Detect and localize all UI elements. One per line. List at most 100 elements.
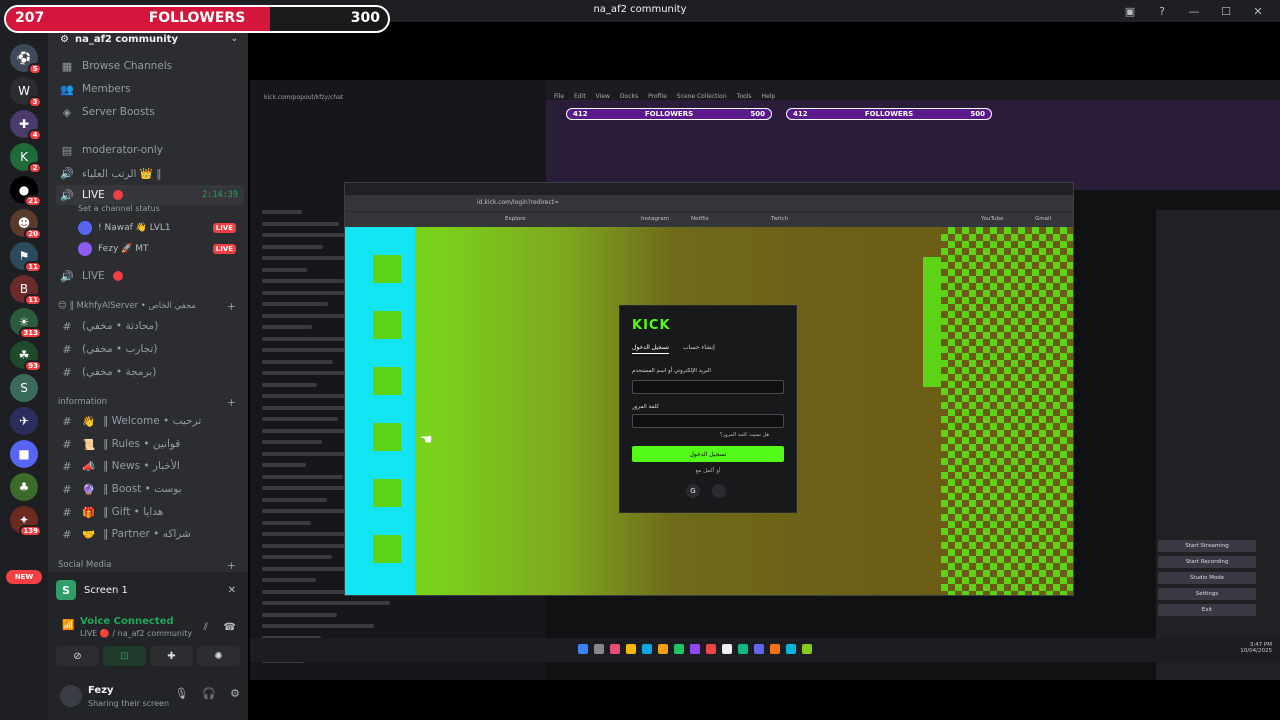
apple-icon[interactable] <box>712 484 726 498</box>
server-icon[interactable]: ■ <box>10 440 38 468</box>
voice-connected-title[interactable]: Voice Connected <box>80 616 174 627</box>
server-icon[interactable]: K2 <box>10 143 42 174</box>
new-unreads-pill[interactable]: NEW <box>6 570 42 584</box>
screen-share-card[interactable]: S Screen 1 ✕ <box>56 576 240 604</box>
inbox-icon[interactable]: ▣ <box>1116 3 1144 19</box>
taskbar-app-icon[interactable] <box>658 644 668 654</box>
server-icon[interactable]: W3 <box>10 77 42 108</box>
server-icon[interactable]: ♣ <box>10 473 38 501</box>
microphone-icon[interactable]: 🎙 <box>174 687 188 700</box>
voice-user[interactable]: ! Nawaf 👋 LVL1 LIVE <box>78 219 240 237</box>
obs-menu-item[interactable]: Tools <box>737 93 752 100</box>
channel-item[interactable]: # 📜 ‖ Rules • قوانين <box>56 434 244 454</box>
maximize-button[interactable]: ☐ <box>1212 3 1240 19</box>
taskbar-app-icon[interactable] <box>642 644 652 654</box>
obs-menu-item[interactable]: Docks <box>620 93 638 100</box>
add-channel-icon[interactable]: + <box>227 300 236 313</box>
server-icon[interactable]: ☀ 313 <box>10 308 42 339</box>
avatar[interactable] <box>60 685 82 707</box>
obs-menu-item[interactable]: Help <box>761 93 775 100</box>
login-submit-button[interactable]: تسجيل الدخول <box>632 446 784 462</box>
taskbar-app-icon[interactable] <box>610 644 620 654</box>
taskbar-app-icon[interactable] <box>754 644 764 654</box>
settings-button[interactable]: Settings <box>1158 588 1256 600</box>
bookmark-item[interactable]: YouTube <box>981 216 1003 222</box>
obs-menu-item[interactable]: Profile <box>648 93 667 100</box>
channel-item[interactable]: # 🤝 ‖ Partner • شراكه <box>56 524 244 544</box>
server-icon[interactable]: ⚽ 5 <box>10 44 42 75</box>
soundboard-button[interactable]: ✺ <box>197 646 240 666</box>
noise-suppression-icon[interactable]: ⫽ <box>204 622 208 633</box>
stream-viewer[interactable]: kick.com/popout/kfzy/chat File Edit View Do… <box>248 22 1280 720</box>
google-icon[interactable]: G <box>686 484 700 498</box>
server-icon[interactable]: S <box>10 374 38 402</box>
voice-connected-sub[interactable]: LIVE 🔴 / na_af2 community <box>80 629 192 638</box>
exit-button[interactable]: Exit <box>1158 604 1256 616</box>
headphones-icon[interactable]: 🎧 <box>202 687 216 700</box>
activities-button[interactable]: ✚ <box>150 646 193 666</box>
voice-user[interactable]: Fezy 🚀 MT LIVE <box>78 240 240 258</box>
close-button[interactable]: ✕ <box>1244 3 1272 19</box>
voice-channel-live[interactable]: 🔊 LIVE 2:14:39 <box>56 185 244 205</box>
start-recording-button[interactable]: Start Recording <box>1158 556 1256 568</box>
studio-mode-button[interactable]: Studio Mode <box>1158 572 1256 584</box>
taskbar-app-icon[interactable] <box>738 644 748 654</box>
taskbar-app-icon[interactable] <box>770 644 780 654</box>
obs-menu-item[interactable]: Scene Collection <box>677 93 727 100</box>
server-icon[interactable]: ⚑ 11 <box>10 242 42 273</box>
taskbar-app-icon[interactable] <box>722 644 732 654</box>
category-information[interactable]: information + <box>58 394 244 410</box>
channel-item[interactable]: # 🔮 ‖ Boost • بوست <box>56 479 244 499</box>
user-name[interactable]: Fezy <box>88 685 114 696</box>
category-mkhfy[interactable]: 😊 ‖ MkhfyAlServer • مخفي الخاص + <box>58 298 244 314</box>
bookmark-item[interactable]: Explore <box>505 216 526 222</box>
forgot-password-link[interactable]: هل نسيت كلمة المرور؟ <box>720 432 769 438</box>
taskbar-app-icon[interactable] <box>626 644 636 654</box>
obs-menu-item[interactable]: Edit <box>574 93 586 100</box>
bookmark-item[interactable]: Gmail <box>1035 216 1051 222</box>
channel-item[interactable]: # 📣 ‖ News • الأخبار <box>56 456 244 476</box>
server-boosts[interactable]: ◈ Server Boosts <box>56 102 244 122</box>
voice-channel-live-2[interactable]: 🔊 LIVE <box>56 266 244 286</box>
server-icon[interactable]: B 11 <box>10 275 42 306</box>
obs-menu-item[interactable]: File <box>554 93 564 100</box>
tab-signup[interactable]: إنشاء حساب <box>683 344 715 354</box>
bookmark-item[interactable]: Instagram <box>641 216 669 222</box>
server-icon[interactable]: ● 21 <box>10 176 42 207</box>
taskbar-app-icon[interactable] <box>690 644 700 654</box>
tab-login[interactable]: تسجيل الدخول <box>632 344 669 354</box>
address-bar[interactable]: id.kick.com/login?redirect= <box>345 195 1073 211</box>
gear-icon[interactable]: ⚙ <box>230 687 240 700</box>
browse-channels[interactable]: ▦ Browse Channels <box>56 56 244 76</box>
channel-item[interactable]: # (تجارب • مخفي) <box>56 339 244 359</box>
members[interactable]: 👥 Members <box>56 79 244 99</box>
password-field[interactable] <box>632 414 784 428</box>
server-icon[interactable]: ☘ 93 <box>10 341 42 372</box>
taskbar-app-icon[interactable] <box>578 644 588 654</box>
bookmark-item[interactable]: Netflix <box>691 216 709 222</box>
taskbar-app-icon[interactable] <box>674 644 684 654</box>
camera-off-button[interactable]: ⊘ <box>56 646 99 666</box>
taskbar-app-icon[interactable] <box>802 644 812 654</box>
taskbar-app-icon[interactable] <box>786 644 796 654</box>
help-icon[interactable]: ? <box>1148 3 1176 19</box>
taskbar-app-icon[interactable] <box>706 644 716 654</box>
channel-item[interactable]: # (محادثة • مخفي) <box>56 316 244 336</box>
minimize-button[interactable]: — <box>1180 3 1208 19</box>
server-icon[interactable]: ☻ 20 <box>10 209 42 240</box>
channel-moderator-only[interactable]: ▤ moderator-only <box>56 140 244 160</box>
category-social-media[interactable]: Social Media + <box>58 557 244 573</box>
channel-item[interactable]: # 🎁 ‖ Gift • هدايا <box>56 502 244 522</box>
channel-rank[interactable]: 🔊 الرتب العلياء 👑 ‖ <box>56 163 244 183</box>
server-icon[interactable]: ✈ <box>10 407 38 435</box>
channel-item[interactable]: # 👋 ‖ Welcome • ترحيب <box>56 411 244 431</box>
channel-status[interactable]: Set a channel status <box>78 204 160 213</box>
close-icon[interactable]: ✕ <box>228 585 236 596</box>
channel-item[interactable]: # (برمجة • مخفي) <box>56 362 244 382</box>
add-channel-icon[interactable]: + <box>227 396 236 409</box>
bookmark-item[interactable]: Twitch <box>771 216 788 222</box>
server-icon[interactable]: ✦ 139 <box>10 506 42 537</box>
email-field[interactable] <box>632 380 784 394</box>
taskbar-app-icon[interactable] <box>594 644 604 654</box>
add-channel-icon[interactable]: + <box>227 559 236 572</box>
